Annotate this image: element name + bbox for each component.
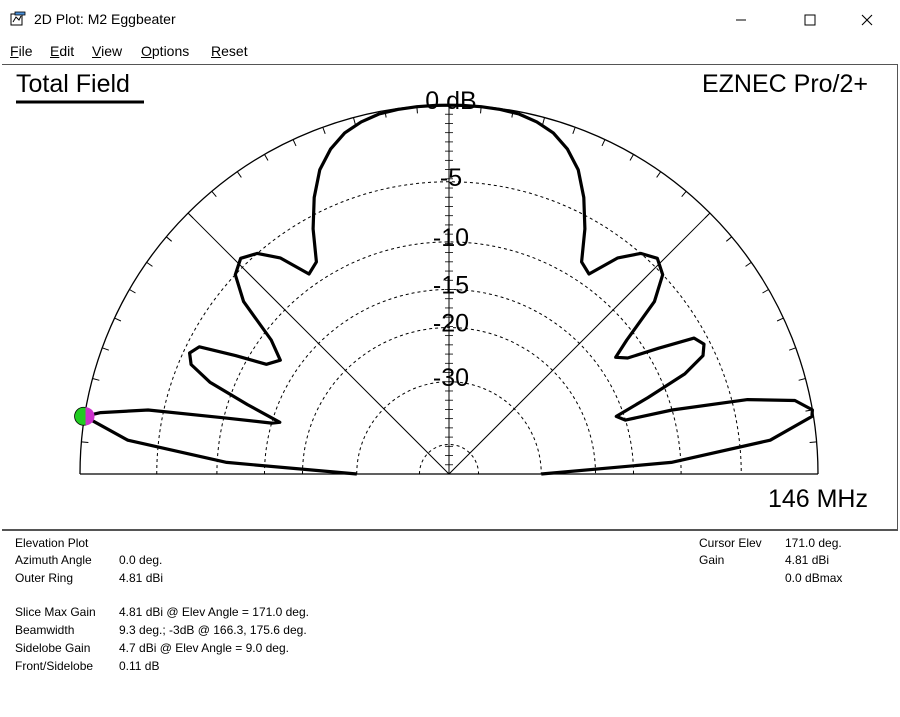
angle-tick <box>81 441 89 443</box>
angle-tick <box>166 236 173 242</box>
plot-window-icon[interactable] <box>10 11 26 27</box>
info-panel: Elevation Plot Azimuth Angle 0.0 deg. Outer… <box>2 529 897 717</box>
title-bar: 2D Plot: M2 Eggbeater <box>0 0 900 40</box>
ring-label: -5 <box>440 164 462 192</box>
info-value: 4.7 dBi @ Elev Angle = 9.0 deg. <box>119 641 289 655</box>
angle-tick <box>601 139 606 147</box>
plot-heading: Total Field <box>16 70 130 98</box>
close-icon <box>861 14 873 26</box>
info-value: 0.11 dB <box>119 659 160 673</box>
angle-tick <box>809 441 817 443</box>
menu-bar: File Edit View Options Reset <box>0 40 900 64</box>
plot-area[interactable]: 0 dB -5 -10 -15 -20 -30 Total Field EZNEC Pro… <box>2 64 898 531</box>
angle-tick <box>542 117 545 125</box>
ring-label: -10 <box>433 224 469 252</box>
angle-tick <box>129 289 136 294</box>
ring-label: -15 <box>433 272 469 300</box>
angle-tick <box>92 378 100 381</box>
angle-tick <box>114 317 122 322</box>
menu-edit[interactable]: Edit <box>50 43 74 59</box>
angle-tick <box>292 139 297 147</box>
angle-tick <box>745 261 752 267</box>
brand-label: EZNEC Pro/2+ <box>702 70 868 98</box>
radial-line <box>187 212 450 475</box>
info-label: Elevation Plot <box>15 536 89 550</box>
window-title: 2D Plot: M2 Eggbeater <box>34 11 176 27</box>
info-label: Slice Max Gain <box>15 605 96 619</box>
info-value: 171.0 deg. <box>785 536 842 550</box>
angle-tick <box>776 317 784 322</box>
angle-tick <box>572 127 576 135</box>
angle-tick <box>187 212 194 219</box>
menu-view[interactable]: View <box>92 43 122 59</box>
cursor-marker[interactable] <box>74 406 95 426</box>
info-label: Sidelobe Gain <box>15 641 91 655</box>
angle-tick <box>236 171 242 178</box>
info-label: Azimuth Angle <box>15 553 92 567</box>
angle-tick <box>322 127 326 135</box>
info-label: Cursor Elev <box>699 536 762 550</box>
angle-tick <box>264 154 269 161</box>
ring-label: 0 dB <box>425 87 476 115</box>
maximize-button[interactable] <box>787 0 833 40</box>
ring-label: -20 <box>433 310 469 338</box>
angle-tick <box>656 171 662 178</box>
angle-tick <box>725 236 732 242</box>
angle-tick <box>102 347 110 351</box>
info-label: Beamwidth <box>15 623 75 637</box>
info-value: 0.0 dBmax <box>785 571 843 585</box>
frequency-label: 146 MHz <box>768 485 868 513</box>
menu-options[interactable]: Options <box>141 43 189 59</box>
info-label: Front/Sidelobe <box>15 659 94 673</box>
minimize-button[interactable] <box>718 0 764 40</box>
info-value: 4.81 dBi @ Elev Angle = 171.0 deg. <box>119 605 309 619</box>
info-value: 4.81 dBi <box>785 553 830 567</box>
angle-tick <box>211 191 217 198</box>
maximize-icon <box>804 14 816 26</box>
angle-tick <box>629 154 634 161</box>
info-value: 9.3 deg.; -3dB @ 166.3, 175.6 deg. <box>119 623 307 637</box>
angle-tick <box>798 378 806 381</box>
close-button[interactable] <box>844 0 890 40</box>
ring-label: -30 <box>433 364 469 392</box>
info-value: 4.81 dBi <box>119 571 164 585</box>
angle-tick <box>681 191 687 198</box>
menu-file[interactable]: File <box>10 43 33 59</box>
angle-tick <box>762 289 769 294</box>
info-label: Gain <box>699 553 725 567</box>
angle-tick <box>704 212 711 219</box>
menu-reset[interactable]: Reset <box>211 43 248 59</box>
angle-tick <box>788 347 796 351</box>
info-value: 0.0 deg. <box>119 553 163 567</box>
minimize-icon <box>736 19 746 21</box>
info-label: Outer Ring <box>15 571 74 585</box>
angle-tick <box>353 117 356 125</box>
angle-tick <box>146 261 153 267</box>
elevation-plot[interactable]: 0 dB -5 -10 -15 -20 -30 Total Field EZNEC Pro… <box>2 65 897 530</box>
